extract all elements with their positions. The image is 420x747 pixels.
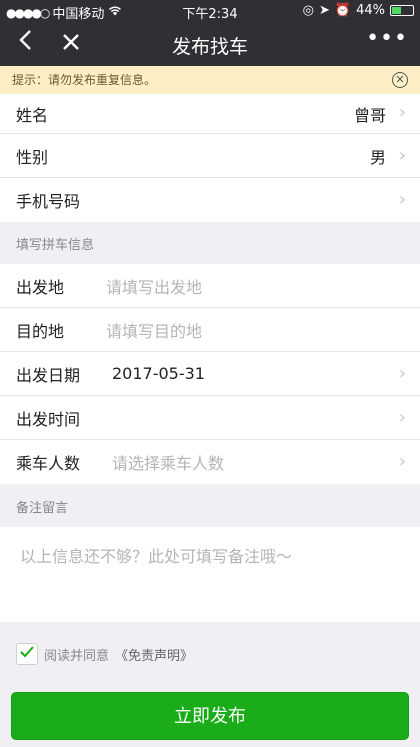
chevron-right-icon: › [398, 363, 406, 384]
chevron-right-icon: › [398, 189, 406, 210]
nav-bar: 发布找车 ••• [0, 22, 420, 66]
battery-fill [392, 7, 401, 14]
publish-button[interactable]: 立即发布 [11, 692, 409, 740]
chevron-right-icon: › [398, 407, 406, 428]
departure-label: 出发地 [16, 277, 65, 297]
gender-value: 男 [369, 147, 386, 167]
name-value: 曾哥 [353, 105, 386, 125]
alarm-icon: ⏰ [334, 3, 352, 18]
agree-checkbox[interactable] [16, 643, 38, 665]
name-row[interactable]: 姓名 曾哥 › [0, 94, 420, 134]
chevron-right-icon: › [398, 145, 406, 166]
date-label: 出发日期 [16, 365, 81, 385]
time-row[interactable]: 出发时间 › [0, 396, 420, 440]
battery-percent: 44% [356, 3, 385, 18]
notice-text: 提示：请勿发布重复信息。 [12, 73, 157, 87]
status-bar: ●●●●○ 中国移动 下午2:34 ◎ ➤ ⏰ 44% [0, 0, 420, 22]
remark-textarea[interactable]: 以上信息还不够？此处可填写备注哦～ [0, 527, 420, 622]
location-icon: ➤ [319, 3, 330, 18]
checkmark-icon [20, 646, 34, 658]
phone-row[interactable]: 手机号码 › [0, 178, 420, 222]
remark-section-title: 备注留言 [16, 501, 69, 516]
agreement: 阅读并同意 《免责声明》 [16, 643, 193, 665]
departure-row: 出发地 请填写出发地 [0, 264, 420, 308]
lock-rotation-icon: ◎ [302, 3, 314, 18]
notice-banner: 提示：请勿发布重复信息。 ✕ [0, 66, 420, 94]
notice-close-button[interactable]: ✕ [392, 72, 408, 88]
time-label: 出发时间 [16, 409, 81, 429]
more-icon: ••• [366, 26, 408, 51]
gender-label: 性别 [16, 147, 49, 167]
passengers-row[interactable]: 乘车人数 请选择乘车人数 › [0, 440, 420, 484]
chevron-right-icon: › [398, 451, 406, 472]
more-button[interactable]: ••• [366, 26, 408, 51]
chevron-right-icon: › [398, 102, 406, 123]
gender-row[interactable]: 性别 男 › [0, 134, 420, 178]
passengers-select[interactable]: 请选择乘车人数 [106, 450, 420, 474]
date-value: 2017-05-31 [112, 364, 205, 383]
close-icon: ✕ [395, 73, 405, 86]
agreement-text: 阅读并同意 [44, 648, 110, 664]
destination-label: 目的地 [16, 321, 65, 341]
name-label: 姓名 [16, 105, 49, 125]
departure-input[interactable]: 请填写出发地 [106, 274, 420, 298]
page-title: 发布找车 [171, 36, 248, 58]
destination-row: 目的地 请填写目的地 [0, 308, 420, 352]
destination-input[interactable]: 请填写目的地 [106, 318, 420, 342]
battery-icon [390, 5, 414, 16]
carpool-section-title: 填写拼车信息 [16, 238, 95, 253]
passengers-label: 乘车人数 [16, 454, 81, 473]
carpool-group: 出发地 请填写出发地 目的地 请填写目的地 出发日期 2017-05-31 › … [0, 264, 420, 484]
disclaimer-link[interactable]: 《免责声明》 [115, 645, 193, 664]
profile-group: 姓名 曾哥 › 性别 男 › 手机号码 › [0, 94, 420, 222]
date-row[interactable]: 出发日期 2017-05-31 › [0, 352, 420, 396]
phone-label: 手机号码 [16, 192, 81, 211]
